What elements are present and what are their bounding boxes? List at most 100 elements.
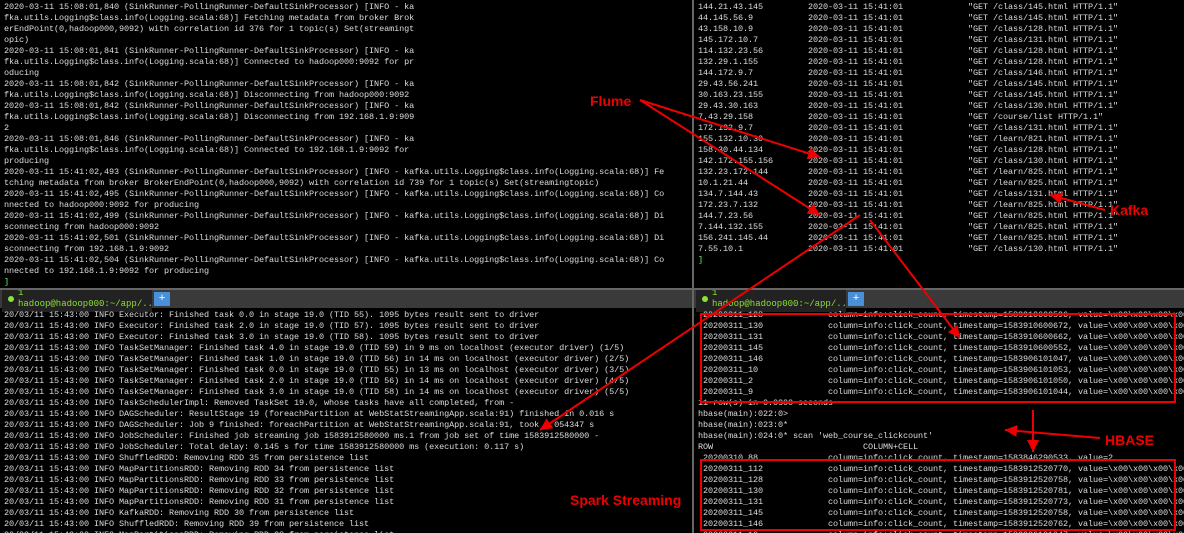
hbase-line: hbase(main):024:0* scan 'web_course_clic… [698,431,1180,442]
add-tab-button[interactable]: + [154,292,170,306]
log-line: 20/03/11 15:43:00 INFO Executor: Finishe… [4,321,688,332]
kafka-log-row: 29.43.30.1632020-03-11 15:41:01"GET /cla… [698,101,1180,112]
log-line: nnected to 192.168.1.9:9092 for producin… [4,266,688,277]
hbase-row: 20200311_112column=info:click_count, tim… [698,464,1180,475]
spark-log-output: 20/03/11 15:43:00 INFO Executor: Finishe… [0,308,692,533]
log-line: 2 [4,123,688,134]
log-line: 20/03/11 15:43:00 INFO TaskSetManager: F… [4,354,688,365]
hbase-row: 20200311_128column=info:click_count, tim… [698,310,1180,321]
kafka-log-row: 7.55.10.12020-03-11 15:41:01"GET /class/… [698,244,1180,255]
log-line: 2020-03-11 15:41:02,495 (SinkRunner-Poll… [4,189,688,200]
kafka-log-row: 142.172.155.1562020-03-11 15:41:01"GET /… [698,156,1180,167]
log-line: 2020-03-11 15:08:01,842 (SinkRunner-Poll… [4,101,688,112]
kafka-log-row: 7.43.29.1582020-03-11 15:41:01"GET /cour… [698,112,1180,123]
hbase-terminal-pane[interactable]: 1 hadoop@hadoop000:~/app/... × + 2020031… [694,290,1184,533]
tab-status-icon [702,296,708,302]
log-line: opic) [4,35,688,46]
log-line: fka.utils.Logging$class.info(Logging.sca… [4,57,688,68]
log-line: 2020-03-11 15:08:01,841 (SinkRunner-Poll… [4,46,688,57]
hbase-row: 20200311_10column=info:click_count, time… [698,365,1180,376]
terminal-tab[interactable]: 1 hadoop@hadoop000:~/app/... × [696,290,846,312]
kafka-log-row: 172.23.7.1322020-03-11 15:41:01"GET /lea… [698,200,1180,211]
log-line: 20/03/11 15:43:00 INFO KafkaRDD: Removin… [4,508,688,519]
log-line: producing [4,156,688,167]
log-line: 20/03/11 15:43:00 INFO DAGScheduler: Res… [4,409,688,420]
hbase-row: 20200311_9column=info:click_count, times… [698,387,1180,398]
log-line: 2020-03-11 15:41:02,504 (SinkRunner-Poll… [4,255,688,266]
log-line: 2020-03-11 15:08:01,846 (SinkRunner-Poll… [4,134,688,145]
hbase-row: 20200311_128column=info:click_count, tim… [698,475,1180,486]
log-line: erEndPoint(0,hadoop000,9092) with correl… [4,24,688,35]
log-line: tching metadata from broker BrokerEndPoi… [4,178,688,189]
log-line: 20/03/11 15:43:00 INFO ShuffledRDD: Remo… [4,453,688,464]
hbase-row: 20200311_131column=info:click_count, tim… [698,332,1180,343]
log-line: 20/03/11 15:43:00 INFO Executor: Finishe… [4,310,688,321]
kafka-log-row: 156.241.145.442020-03-11 15:41:01"GET /l… [698,233,1180,244]
kafka-log-row: 44.145.56.92020-03-11 15:41:01"GET /clas… [698,13,1180,24]
kafka-log-row: 172.132.9.72020-03-11 15:41:01"GET /clas… [698,123,1180,134]
hbase-row: 20200311_130column=info:click_count, tim… [698,321,1180,332]
log-line: 20/03/11 15:43:00 INFO TaskSchedulerImpl… [4,398,688,409]
tab-status-icon [8,296,14,302]
kafka-log-row: 155.132.10.302020-03-11 15:41:01"GET /le… [698,134,1180,145]
log-line: 20/03/11 15:43:00 INFO TaskSetManager: F… [4,365,688,376]
spark-terminal-pane[interactable]: 1 hadoop@hadoop000:~/app/... × + 20/03/1… [0,290,694,533]
log-line: 20/03/11 15:43:00 INFO JobScheduler: Fin… [4,431,688,442]
kafka-log-row: 144.7.23.562020-03-11 15:41:01"GET /lear… [698,211,1180,222]
hbase-row: 20200311_146column=info:click_count, tim… [698,354,1180,365]
log-line: 20/03/11 15:43:00 INFO MapPartitionsRDD:… [4,486,688,497]
tab-label: 1 hadoop@hadoop000:~/app/... [18,290,152,310]
hbase-line: 11 row(s) in 0.0300 seconds [698,398,1180,409]
terminal-tab[interactable]: 1 hadoop@hadoop000:~/app/... × [2,290,152,312]
kafka-log-row: 10.1.21.442020-03-11 15:41:01"GET /learn… [698,178,1180,189]
log-line: 20/03/11 15:43:00 INFO Executor: Finishe… [4,332,688,343]
log-line: nnected to hadoop000:9092 for producing [4,200,688,211]
hbase-row: 20200311_130column=info:click_count, tim… [698,486,1180,497]
terminal-cursor[interactable]: ] [698,255,1180,266]
log-line: 20/03/11 15:43:00 INFO TaskSetManager: F… [4,387,688,398]
log-line: oducing [4,68,688,79]
log-line: 20/03/11 15:43:00 INFO TaskSetManager: F… [4,343,688,354]
log-line: fka.utils.Logging$class.info(Logging.sca… [4,90,688,101]
hbase-row: 20200311_145column=info:click_count, tim… [698,508,1180,519]
kafka-log-row: 29.43.56.2412020-03-11 15:41:01"GET /cla… [698,79,1180,90]
log-line: 20/03/11 15:43:00 INFO ShuffledRDD: Remo… [4,519,688,530]
log-line: 20/03/11 15:43:00 INFO MapPartitionsRDD:… [4,497,688,508]
kafka-log-row: 30.163.23.1552020-03-11 15:41:01"GET /cl… [698,90,1180,101]
hbase-line: hbase(main):023:0* [698,420,1180,431]
hbase-row: 20200310_88column=info:click_count, time… [698,453,1180,464]
log-line: fka.utils.Logging$class.info(Logging.sca… [4,112,688,123]
log-line: 2020-03-11 15:41:02,499 (SinkRunner-Poll… [4,211,688,222]
terminal-cursor[interactable]: ] [4,277,688,288]
terminal-tab-bar: 1 hadoop@hadoop000:~/app/... × + [0,290,692,308]
kafka-log-row: 7.144.132.1552020-03-11 15:41:01"GET /le… [698,222,1180,233]
hbase-row: 20200311_145column=info:click_count, tim… [698,343,1180,354]
log-line: sconnecting from 192.168.1.9:9092 [4,244,688,255]
kafka-log-row: 132.29.1.1552020-03-11 15:41:01"GET /cla… [698,57,1180,68]
kafka-log-row: 144.21.43.1452020-03-11 15:41:01"GET /cl… [698,2,1180,13]
add-tab-button[interactable]: + [848,292,864,306]
log-line: 20/03/11 15:43:00 INFO DAGScheduler: Job… [4,420,688,431]
flume-terminal-pane[interactable]: 2020-03-11 15:08:01,840 (SinkRunner-Poll… [0,0,694,290]
log-line: 20/03/11 15:43:00 INFO MapPartitionsRDD:… [4,475,688,486]
log-line: 20/03/11 15:43:00 INFO MapPartitionsRDD:… [4,464,688,475]
hbase-row: 20200311_131column=info:click_count, tim… [698,497,1180,508]
log-line: 20/03/11 15:43:00 INFO TaskSetManager: F… [4,376,688,387]
terminal-tab-bar: 1 hadoop@hadoop000:~/app/... × + [694,290,1184,308]
kafka-log-row: 145.172.10.72020-03-11 15:41:01"GET /cla… [698,35,1180,46]
hbase-line: ROW COLUMN+CELL [698,442,1180,453]
hbase-row: 20200311_2column=info:click_count, times… [698,376,1180,387]
log-line: 2020-03-11 15:08:01,840 (SinkRunner-Poll… [4,2,688,13]
kafka-log-row: 114.132.23.562020-03-11 15:41:01"GET /cl… [698,46,1180,57]
hbase-line: hbase(main):022:0> [698,409,1180,420]
log-line: 2020-03-11 15:41:02,501 (SinkRunner-Poll… [4,233,688,244]
tab-label: 1 hadoop@hadoop000:~/app/... [712,290,846,310]
log-line: sconnecting from hadoop000:9092 [4,222,688,233]
kafka-log-row: 43.158.10.92020-03-11 15:41:01"GET /clas… [698,24,1180,35]
hbase-output-container: 20200311_128column=info:click_count, tim… [694,308,1184,533]
kafka-log-row: 132.23.172.1442020-03-11 15:41:01"GET /l… [698,167,1180,178]
kafka-terminal-pane[interactable]: 144.21.43.1452020-03-11 15:41:01"GET /cl… [694,0,1184,290]
log-line: 20/03/11 15:43:00 INFO JobScheduler: Tot… [4,442,688,453]
log-line: fka.utils.Logging$class.info(Logging.sca… [4,13,688,24]
log-line: 2020-03-11 15:08:01,842 (SinkRunner-Poll… [4,79,688,90]
